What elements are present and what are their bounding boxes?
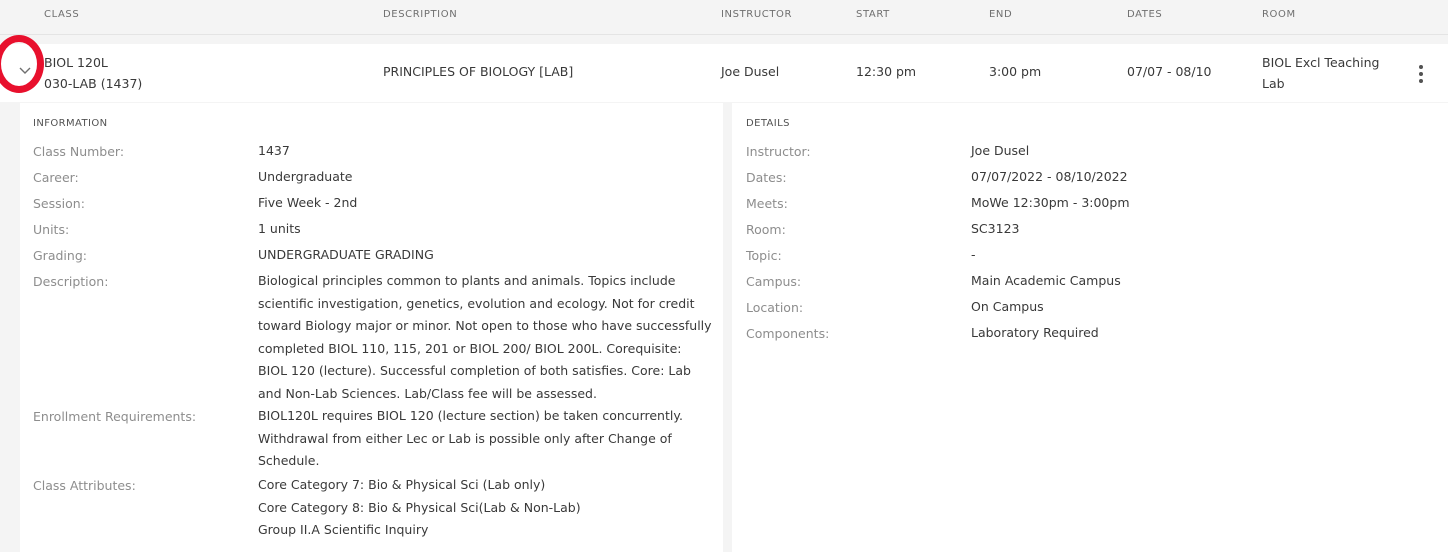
session-label: Session: <box>33 196 85 211</box>
class-attribute: Group II.A Scientific Inquiry <box>258 522 429 537</box>
dates-label: Dates: <box>746 170 787 185</box>
column-header-start[interactable]: START <box>856 9 890 20</box>
units-value: 1 units <box>258 221 301 236</box>
chevron-down-icon <box>19 67 31 74</box>
class-instructor: Joe Dusel <box>721 64 780 79</box>
class-code: BIOL 120L 030-LAB (1437) <box>44 52 142 94</box>
enrollment-requirements-value: BIOL120L requires BIOL 120 (lecture sect… <box>258 405 718 473</box>
components-label: Components: <box>746 326 830 341</box>
description-label: Description: <box>33 274 109 289</box>
description-value: Biological principles common to plants a… <box>258 270 718 405</box>
grading-value: UNDERGRADUATE GRADING <box>258 247 434 262</box>
class-code-line1: BIOL 120L <box>44 55 108 70</box>
results-table-header: CLASS DESCRIPTION INSTRUCTOR START END D… <box>0 0 1448 35</box>
description-line: toward Biology major or minor. Not open … <box>258 318 712 333</box>
enrollment-line: Withdrawal from either Lec or Lab is pos… <box>258 430 672 446</box>
location-value: On Campus <box>971 299 1044 314</box>
room-label: Room: <box>746 222 786 237</box>
description-line: and Non-Lab Sciences. Lab/Class fee will… <box>258 385 597 401</box>
topic-value: - <box>971 247 976 262</box>
campus-label: Campus: <box>746 274 802 289</box>
column-header-class[interactable]: CLASS <box>44 9 79 20</box>
meets-label: Meets: <box>746 196 788 211</box>
instructor-label: Instructor: <box>746 144 811 159</box>
room-value: SC3123 <box>971 221 1020 236</box>
enrollment-requirements-label: Enrollment Requirements: <box>33 409 197 424</box>
class-description: PRINCIPLES OF BIOLOGY [LAB] <box>383 64 574 79</box>
class-number-value: 1437 <box>258 143 290 158</box>
column-header-room[interactable]: ROOM <box>1262 9 1296 20</box>
class-number-label: Class Number: <box>33 144 125 159</box>
components-value: Laboratory Required <box>971 325 1099 340</box>
session-value: Five Week - 2nd <box>258 195 358 210</box>
class-attributes-label: Class Attributes: <box>33 478 136 493</box>
class-attributes-value: Core Category 7: Bio & Physical Sci (Lab… <box>258 474 718 542</box>
class-search-results: CLASS DESCRIPTION INSTRUCTOR START END D… <box>0 0 1448 552</box>
class-dates: 07/07 - 08/10 <box>1127 64 1212 79</box>
details-title: DETAILS <box>746 118 790 129</box>
class-row[interactable]: BIOL 120L 030-LAB (1437) PRINCIPLES OF B… <box>0 44 1448 102</box>
class-room-line1: BIOL Excl Teaching <box>1262 55 1380 70</box>
information-panel: INFORMATION Class Number: 1437 Career: U… <box>20 103 723 552</box>
class-section: 030-LAB (1437) <box>44 76 143 91</box>
dates-value: 07/07/2022 - 08/10/2022 <box>971 169 1128 184</box>
enrollment-line: BIOL120L requires BIOL 120 (lecture sect… <box>258 408 683 423</box>
description-line: BIOL 120 (lecture). Successful completio… <box>258 363 691 378</box>
class-attribute: Core Category 8: Bio & Physical Sci(Lab … <box>258 499 581 515</box>
enrollment-line: Schedule. <box>258 453 320 468</box>
column-header-end[interactable]: END <box>989 9 1012 20</box>
description-line: scientific investigation, genetics, evol… <box>258 295 695 311</box>
column-header-instructor[interactable]: INSTRUCTOR <box>721 9 792 20</box>
details-panel: DETAILS Instructor: Joe Dusel Dates: 07/… <box>732 103 1448 552</box>
class-end-time: 3:00 pm <box>989 64 1042 79</box>
description-line: Biological principles common to plants a… <box>258 273 676 288</box>
topic-label: Topic: <box>746 248 782 263</box>
instructor-value: Joe Dusel <box>971 143 1030 158</box>
overflow-menu-vertical-icon[interactable] <box>1412 61 1430 87</box>
meets-value: MoWe 12:30pm - 3:00pm <box>971 195 1130 210</box>
expand-collapse-button[interactable] <box>12 58 38 84</box>
class-room-line2: Lab <box>1262 76 1285 91</box>
campus-value: Main Academic Campus <box>971 273 1121 288</box>
information-title: INFORMATION <box>33 118 108 129</box>
class-start-time: 12:30 pm <box>856 64 917 79</box>
career-label: Career: <box>33 170 79 185</box>
units-label: Units: <box>33 222 70 237</box>
description-line: completed BIOL 110, 115, 201 or BIOL 200… <box>258 340 682 356</box>
column-header-dates[interactable]: DATES <box>1127 9 1162 20</box>
column-header-description[interactable]: DESCRIPTION <box>383 9 457 20</box>
grading-label: Grading: <box>33 248 87 263</box>
class-room: BIOL Excl Teaching Lab <box>1262 52 1379 94</box>
class-attribute: Core Category 7: Bio & Physical Sci (Lab… <box>258 477 546 492</box>
location-label: Location: <box>746 300 804 315</box>
career-value: Undergraduate <box>258 169 353 184</box>
